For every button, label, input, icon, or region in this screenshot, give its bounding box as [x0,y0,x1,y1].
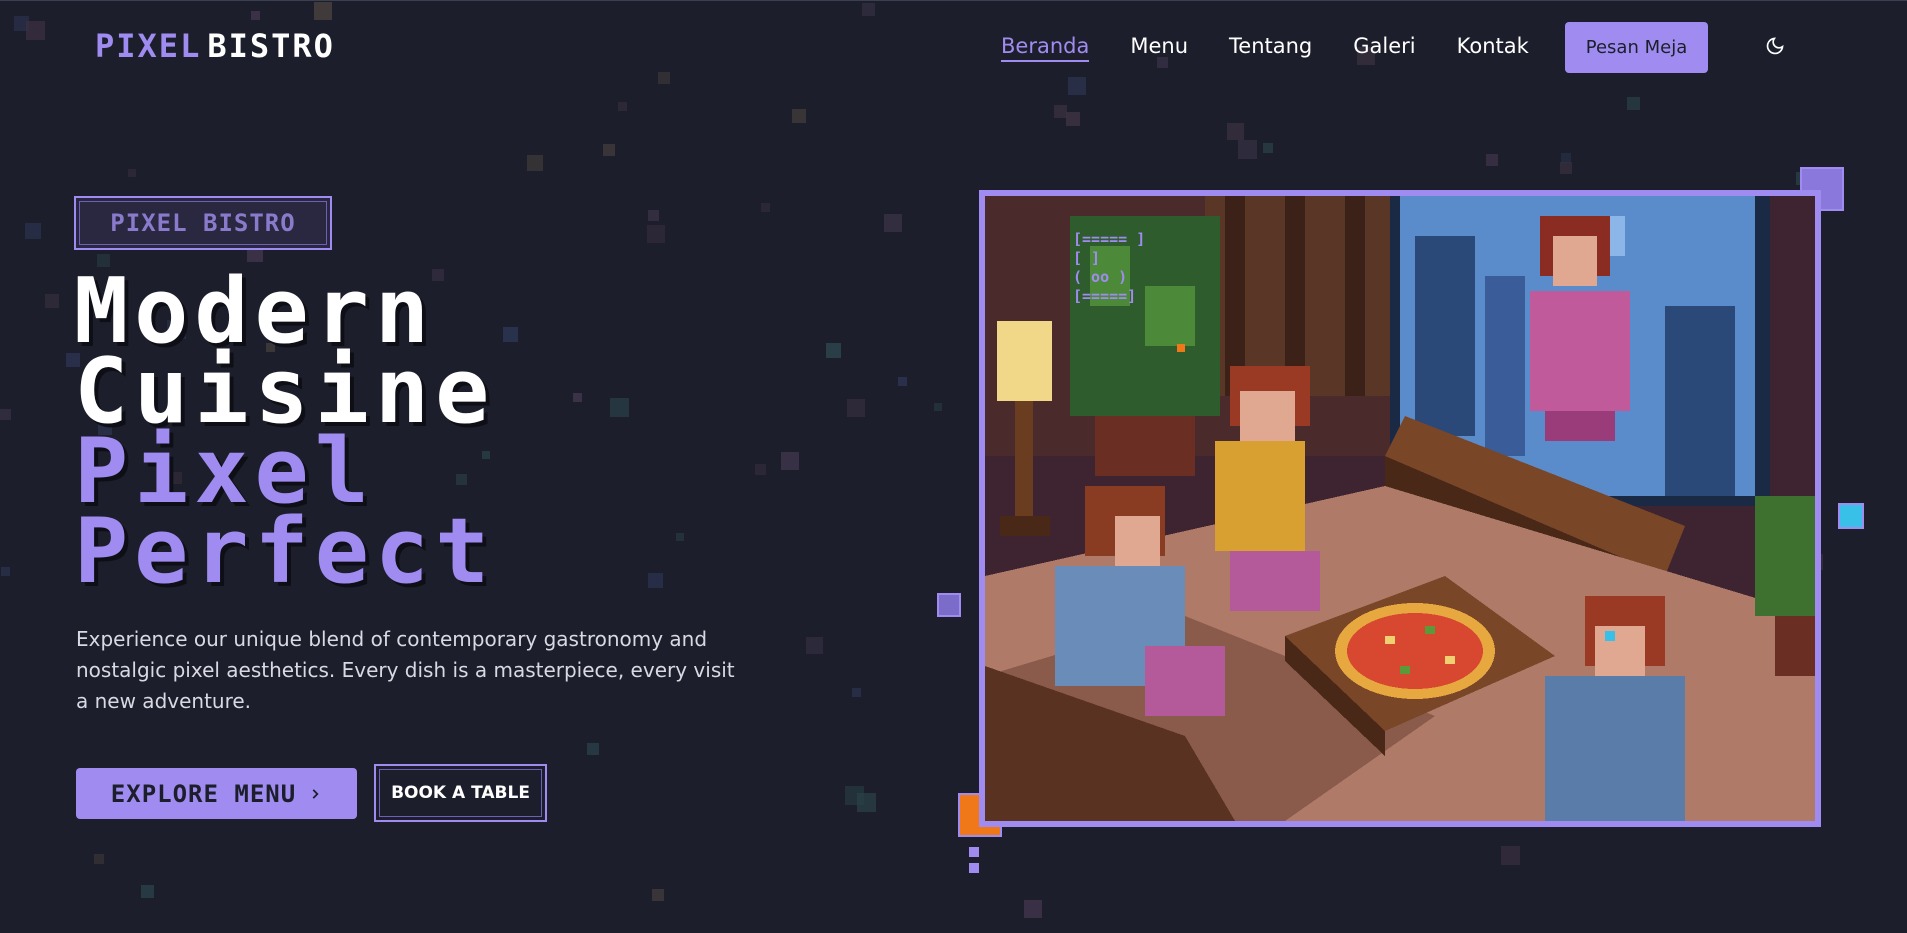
ascii-line-4: [=====] [1073,287,1136,305]
brand-logo-part1: PIXEL [95,27,202,65]
nav-item-beranda[interactable]: Beranda [1001,34,1090,62]
explore-menu-button[interactable]: EXPLORE MENU [76,768,357,819]
ascii-line-3: ( oo ) [1073,268,1127,286]
chevron-right-icon [312,788,319,799]
deco-square-trail-1 [969,847,979,857]
main-nav: Beranda Menu Tentang Galeri Kontak [1001,34,1529,62]
pixel-restaurant-scene: [===== ] [ ] ( oo ) [=====] [985,196,1815,821]
hero-headline: Modern Cuisine Pixel Perfect [74,267,496,604]
brand-logo-part2: BISTRO [207,27,335,65]
background-pixel [1024,900,1042,918]
ascii-line-2: [ ] [1073,249,1100,267]
background-pixel [676,533,684,541]
ascii-line-1: [===== ] [1073,230,1145,248]
hero-description: Experience our unique blend of contempor… [76,627,735,713]
deco-square-left [937,593,961,617]
moon-icon [1766,36,1784,54]
background-pixel [610,398,629,417]
background-pixel [1560,162,1572,174]
background-pixel [45,294,59,308]
nav-item-tentang[interactable]: Tentang [1229,34,1312,62]
background-pixel [857,793,876,812]
background-pixel [573,393,582,402]
nav-item-kontak[interactable]: Kontak [1457,34,1529,62]
background-pixel [648,573,663,588]
background-pixel [781,452,799,470]
background-pixel [1627,97,1640,110]
background-pixel [647,225,665,243]
deco-square-cyan [1838,503,1864,529]
background-pixel [1,567,10,576]
background-pixel [652,889,664,901]
background-pixel [1263,143,1273,153]
background-pixel [884,214,902,232]
background-pixel [25,223,41,239]
background-pixel [761,203,770,212]
background-pixel [792,109,806,123]
explore-menu-label: EXPLORE MENU [110,779,297,808]
background-pixel [141,885,154,898]
background-pixel [527,155,543,171]
brand-logo[interactable]: PIXEL BISTRO [95,27,335,65]
hero-badge: PIXEL BISTRO [74,196,332,250]
background-pixel [755,464,766,475]
background-pixel [847,399,865,417]
site-header: PIXEL BISTRO Beranda Menu Tentang Galeri … [0,0,1907,94]
book-table-button[interactable]: BOOK A TABLE [374,764,547,822]
background-pixel [852,688,861,697]
background-pixel [1486,154,1498,166]
background-pixel [94,854,104,864]
theme-toggle-button[interactable] [1762,35,1788,61]
deco-square-trail-2 [969,863,979,873]
background-pixel [934,403,942,411]
background-pixel [1561,153,1571,163]
background-pixel [806,637,823,654]
nav-item-galeri[interactable]: Galeri [1353,34,1415,62]
background-pixel [845,786,864,805]
background-pixel [618,102,627,111]
background-pixel [0,409,11,420]
reserve-table-button[interactable]: Pesan Meja [1565,22,1708,73]
nav-item-menu[interactable]: Menu [1130,34,1188,62]
background-pixel [1501,846,1520,865]
background-pixel [1227,123,1244,140]
background-pixel [898,377,907,386]
hero-image: [===== ] [ ] ( oo ) [=====] [979,190,1821,827]
background-pixel [603,144,615,156]
background-pixel [1238,140,1257,159]
background-pixel [648,210,659,221]
background-pixel [128,169,136,177]
background-pixel [503,327,518,342]
hero-badge-label: PIXEL BISTRO [110,209,296,237]
headline-line-4: Perfect [74,499,496,604]
background-pixel [1066,112,1080,126]
background-pixel [587,743,599,755]
background-pixel [1054,105,1067,118]
background-pixel [826,343,841,358]
